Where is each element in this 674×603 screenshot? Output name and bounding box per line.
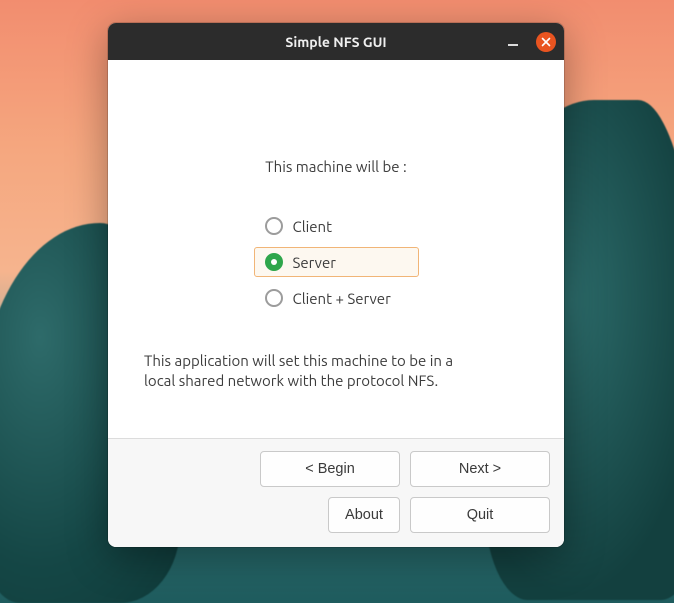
description-text: This application will set this machine t… <box>144 351 474 392</box>
role-radio-group: Client Server Client + Server <box>254 211 419 313</box>
radio-option-client-server[interactable]: Client + Server <box>254 283 419 313</box>
window-title: Simple NFS GUI <box>285 34 386 50</box>
radio-icon <box>265 253 283 271</box>
content-area: This machine will be : Client Server Cli… <box>108 60 564 438</box>
app-window: Simple NFS GUI This machine will be : Cl… <box>108 23 564 547</box>
nav-button-row: < Begin Next > <box>260 451 550 487</box>
radio-option-server[interactable]: Server <box>254 247 419 277</box>
close-button[interactable] <box>536 32 556 52</box>
titlebar: Simple NFS GUI <box>108 23 564 60</box>
button-bar: < Begin Next > About Quit <box>108 438 564 547</box>
radio-label: Client + Server <box>293 290 391 307</box>
radio-option-client[interactable]: Client <box>254 211 419 241</box>
radio-icon <box>265 289 283 307</box>
quit-button[interactable]: Quit <box>410 497 550 533</box>
begin-button[interactable]: < Begin <box>260 451 400 487</box>
radio-label: Server <box>293 254 336 271</box>
secondary-button-row: About Quit <box>328 497 550 533</box>
radio-label: Client <box>293 218 333 235</box>
next-button[interactable]: Next > <box>410 451 550 487</box>
minimize-button[interactable] <box>504 33 522 51</box>
minimize-icon <box>507 36 519 48</box>
about-button[interactable]: About <box>328 497 400 533</box>
window-controls <box>504 23 556 60</box>
close-icon <box>541 37 551 47</box>
radio-icon <box>265 217 283 235</box>
prompt-text: This machine will be : <box>144 158 528 175</box>
